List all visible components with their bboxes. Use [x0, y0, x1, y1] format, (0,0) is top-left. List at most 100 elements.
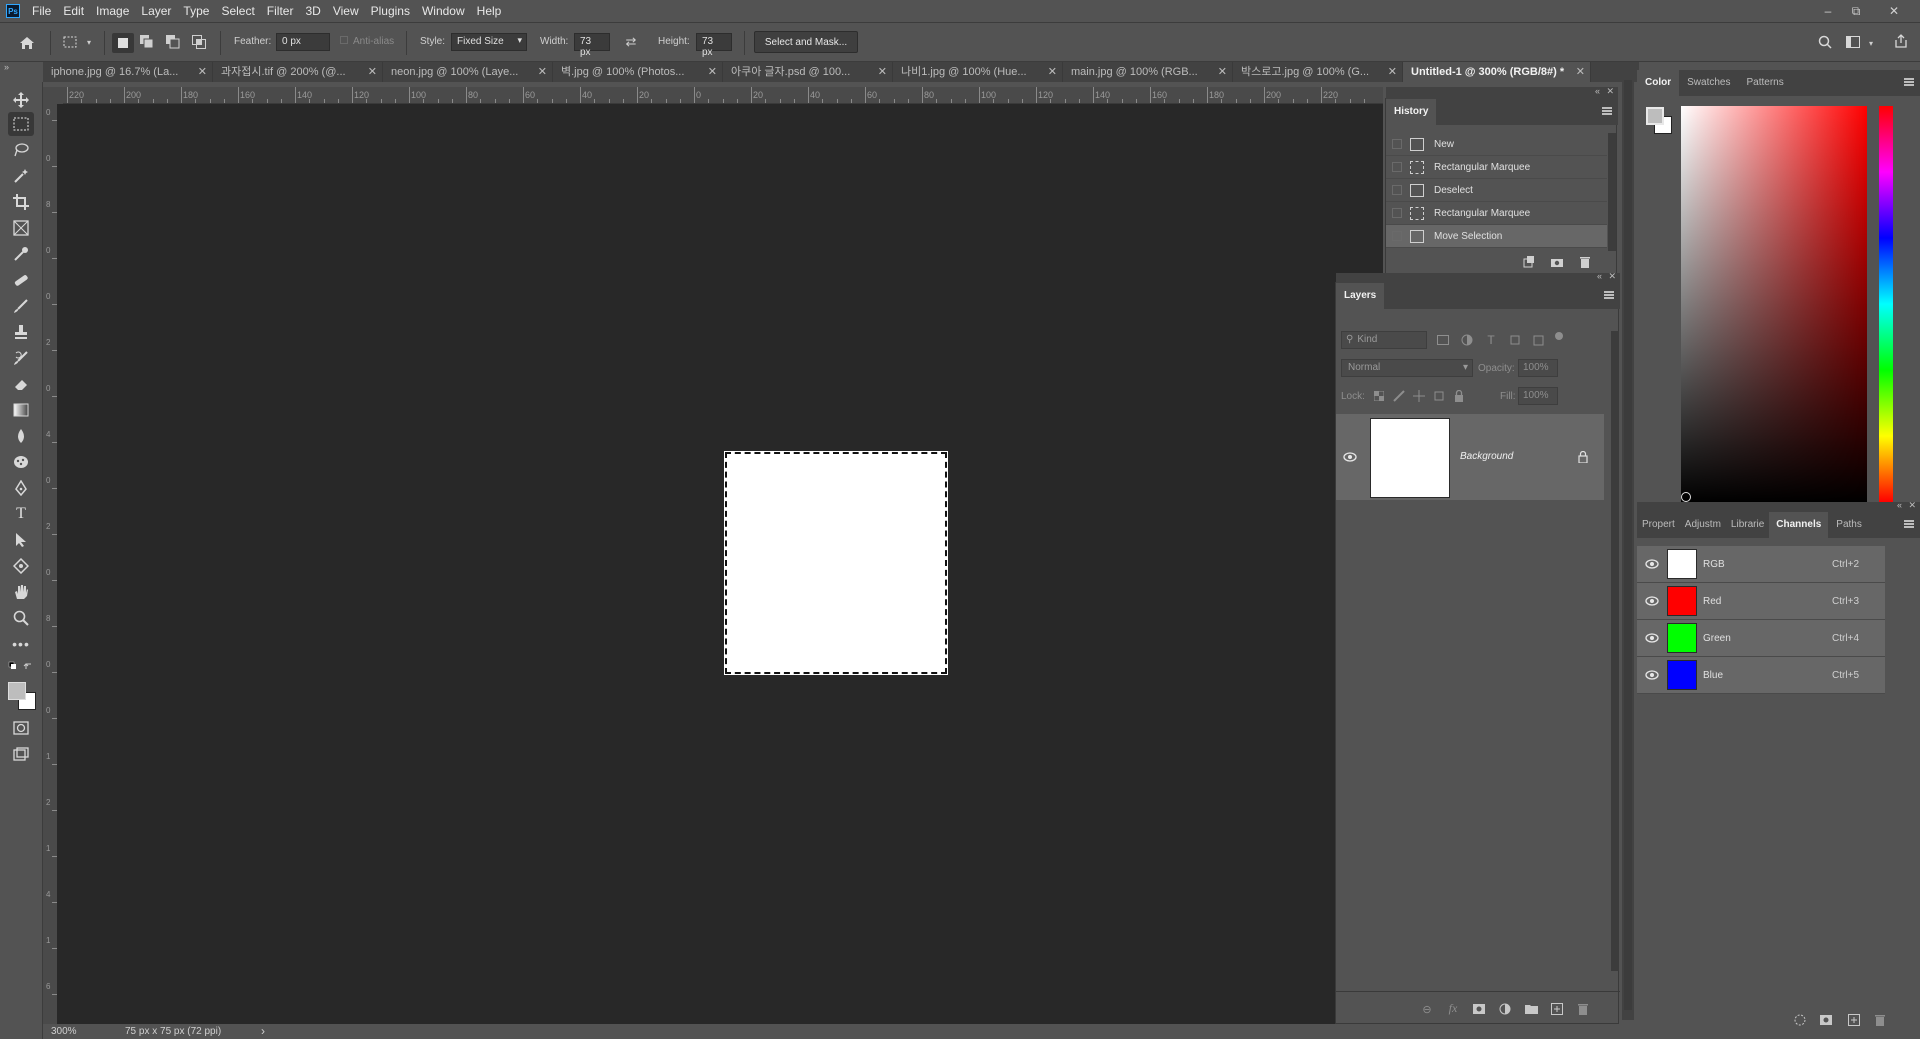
tab-neon[interactable]: neon.jpg @ 100% (Laye... ✕ [383, 62, 553, 82]
frame-tool-icon[interactable] [8, 216, 34, 240]
filter-shape-icon[interactable] [1508, 333, 1522, 347]
home-icon[interactable] [18, 35, 36, 51]
layer-style-icon[interactable]: fx [1446, 1001, 1460, 1015]
tab-iphone[interactable]: iphone.jpg @ 16.7% (La... ✕ [43, 62, 213, 82]
new-selection-icon[interactable] [112, 33, 134, 53]
menu-select[interactable]: Select [215, 0, 260, 22]
collapse-icon[interactable]: « [1595, 86, 1600, 96]
feather-input[interactable]: 0 px [276, 33, 330, 51]
add-mask-icon[interactable] [1472, 1002, 1486, 1016]
foreground-color-swatch[interactable] [1646, 107, 1664, 125]
filter-smart-object-icon[interactable] [1532, 333, 1546, 347]
more-tools-icon[interactable]: ••• [8, 632, 34, 656]
zoom-level[interactable]: 300% [51, 1026, 77, 1037]
tab-properties[interactable]: Propert [1637, 512, 1680, 538]
trash-icon[interactable] [1873, 1013, 1887, 1027]
history-brush-tool-icon[interactable] [8, 346, 34, 370]
chevron-down-icon[interactable]: ▾ [1864, 36, 1878, 50]
close-icon[interactable]: ✕ [1218, 62, 1227, 82]
history-item[interactable]: New [1386, 133, 1607, 156]
swap-colors-icon[interactable] [8, 660, 34, 674]
shape-tool-icon[interactable] [8, 554, 34, 578]
close-icon[interactable]: ✕ [1048, 62, 1057, 82]
close-icon[interactable]: ✕ [1606, 86, 1614, 97]
load-channel-selection-icon[interactable] [1793, 1013, 1807, 1027]
history-source-checkbox[interactable] [1392, 185, 1402, 195]
tab-layers[interactable]: Layers [1336, 283, 1385, 309]
history-source-checkbox[interactable] [1392, 139, 1402, 149]
menu-image[interactable]: Image [90, 0, 135, 22]
marquee-selection[interactable] [725, 452, 947, 674]
ruler-vertical[interactable]: 0 0 8 0 0 2 0 4 0 2 0 8 0 0 1 2 1 4 1 6 [43, 104, 57, 1024]
history-source-checkbox[interactable] [1392, 162, 1402, 172]
menu-edit[interactable]: Edit [57, 0, 90, 22]
status-menu-arrow-icon[interactable]: › [261, 1024, 265, 1038]
channel-row-red[interactable]: Red Ctrl+3 [1637, 583, 1885, 620]
expand-panels-icon[interactable]: » [4, 62, 9, 72]
tab-aqua-text[interactable]: 아쿠아 글자.psd @ 100... ✕ [723, 62, 893, 82]
panel-menu-icon[interactable] [1604, 291, 1614, 299]
menu-3d[interactable]: 3D [299, 0, 326, 22]
move-tool-icon[interactable] [8, 88, 34, 112]
type-tool-icon[interactable]: T [8, 502, 34, 526]
lock-all-icon[interactable] [1452, 389, 1466, 403]
filter-toggle-icon[interactable] [1552, 329, 1566, 343]
filter-type-icon[interactable]: T [1484, 333, 1498, 347]
menu-plugins[interactable]: Plugins [365, 0, 416, 22]
layer-kind-filter[interactable]: ⚲ Kind [1341, 331, 1427, 349]
new-document-from-state-icon[interactable] [1522, 255, 1536, 269]
close-icon[interactable]: ✕ [1576, 62, 1585, 82]
tab-box-logo[interactable]: 박스로고.jpg @ 100% (G... ✕ [1233, 62, 1403, 82]
close-window-button[interactable]: ✕ [1880, 0, 1908, 22]
width-input[interactable]: 73 px [574, 33, 610, 58]
layers-scrollbar[interactable] [1611, 331, 1619, 971]
clone-stamp-tool-icon[interactable] [8, 320, 34, 344]
lock-icon[interactable] [1576, 450, 1590, 464]
swap-dimensions-icon[interactable]: ⇄ [624, 34, 638, 49]
tab-wall[interactable]: 벽.jpg @ 100% (Photos... ✕ [553, 62, 723, 82]
panel-menu-icon[interactable] [1904, 520, 1914, 528]
history-item[interactable]: Rectangular Marquee [1386, 156, 1607, 179]
eye-icon[interactable] [1645, 633, 1659, 643]
channel-row-green[interactable]: Green Ctrl+4 [1637, 620, 1885, 657]
dock-scrollbar[interactable] [1624, 80, 1632, 1010]
adjustment-layer-icon[interactable] [1498, 1002, 1512, 1016]
eye-icon[interactable] [1645, 559, 1659, 569]
tab-color[interactable]: Color [1637, 70, 1680, 96]
blend-mode-select[interactable]: Normal ▾ [1341, 359, 1473, 377]
search-icon[interactable] [1818, 35, 1832, 49]
tab-main[interactable]: main.jpg @ 100% (RGB... ✕ [1063, 62, 1233, 82]
minimize-button[interactable]: – [1814, 0, 1842, 22]
menu-filter[interactable]: Filter [261, 0, 300, 22]
tab-libraries[interactable]: Librarie [1726, 512, 1769, 538]
lock-artboard-icon[interactable] [1432, 389, 1446, 403]
filter-adjustment-icon[interactable] [1460, 333, 1474, 347]
tab-adjustments[interactable]: Adjustm [1680, 512, 1726, 538]
color-swatches[interactable] [6, 680, 38, 710]
height-input[interactable]: 73 px [696, 33, 732, 58]
eye-icon[interactable] [1645, 670, 1659, 680]
eye-icon[interactable] [1343, 450, 1357, 464]
lasso-tool-icon[interactable] [8, 138, 34, 162]
close-icon[interactable]: ✕ [878, 62, 887, 82]
menu-view[interactable]: View [327, 0, 365, 22]
history-source-checkbox[interactable] [1392, 231, 1402, 241]
gradient-tool-icon[interactable] [8, 398, 34, 422]
tab-channels[interactable]: Channels [1769, 512, 1829, 538]
workspace-icon[interactable] [1846, 35, 1860, 49]
ruler-horizontal[interactable]: 220 200 180 160 140 120 100 80 60 40 20 0 20 40 60 80 10… [63, 87, 1383, 104]
new-channel-icon[interactable] [1847, 1013, 1861, 1027]
folder-icon[interactable] [1524, 1002, 1538, 1016]
close-icon[interactable]: ✕ [538, 62, 547, 82]
brush-tool-icon[interactable] [8, 294, 34, 318]
crop-tool-icon[interactable] [8, 190, 34, 214]
trash-icon[interactable] [1576, 1002, 1590, 1016]
fill-input[interactable]: 100% [1518, 387, 1558, 405]
antialias-checkbox[interactable] [340, 36, 348, 44]
panel-menu-icon[interactable] [1904, 78, 1914, 86]
hue-slider[interactable] [1879, 106, 1893, 502]
opacity-input[interactable]: 100% [1518, 359, 1558, 377]
save-selection-channel-icon[interactable] [1819, 1013, 1833, 1027]
eraser-tool-icon[interactable] [8, 372, 34, 396]
camera-icon[interactable] [1550, 255, 1564, 269]
